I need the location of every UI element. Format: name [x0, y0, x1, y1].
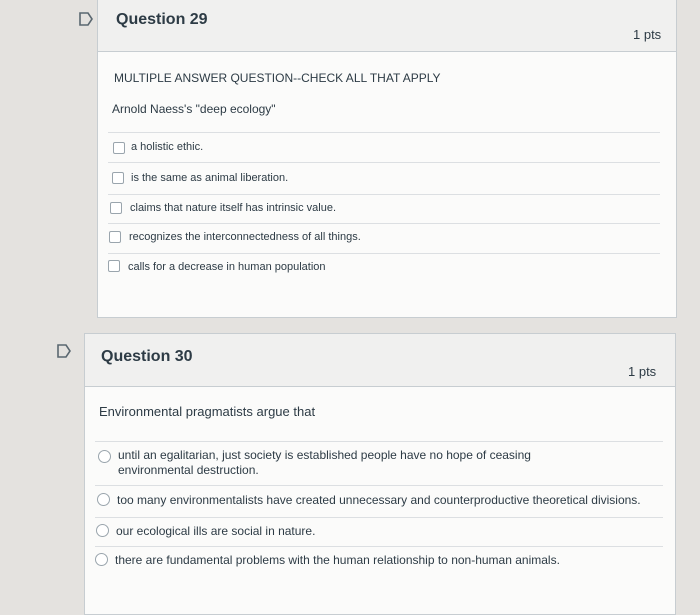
answer-option[interactable]: until an egalitarian, just society is es… — [95, 441, 663, 485]
answer-option[interactable]: calls for a decrease in human population — [108, 253, 660, 285]
answer-option[interactable]: claims that nature itself has intrinsic … — [108, 194, 660, 223]
answer-label: recognizes the interconnectedness of all… — [129, 231, 361, 243]
checkbox[interactable] — [113, 142, 125, 154]
radio-button[interactable] — [97, 493, 110, 506]
checkbox[interactable] — [110, 202, 122, 214]
answer-label: calls for a decrease in human population — [128, 261, 326, 273]
question-instruction: MULTIPLE ANSWER QUESTION--CHECK ALL THAT… — [114, 71, 441, 85]
radio-button[interactable] — [95, 553, 108, 566]
question-29-header: Question 29 1 pts — [98, 0, 676, 52]
checkbox[interactable] — [112, 172, 124, 184]
question-30-header: Question 30 1 pts — [85, 334, 675, 387]
question-prompt: Arnold Naess's "deep ecology" — [112, 102, 276, 116]
checkbox[interactable] — [108, 260, 120, 272]
flag-icon[interactable] — [78, 12, 94, 26]
question-29-card: Question 29 1 pts MULTIPLE ANSWER QUESTI… — [97, 0, 677, 318]
answer-label: until an egalitarian, just society is es… — [118, 448, 531, 477]
answer-label: claims that nature itself has intrinsic … — [130, 202, 337, 214]
answer-label: is the same as animal liberation. — [131, 172, 289, 184]
answer-option[interactable]: is the same as animal liberation. — [108, 162, 660, 194]
question-prompt: Environmental pragmatists argue that — [99, 404, 316, 419]
answer-list: a holistic ethic. is the same as animal … — [108, 132, 660, 285]
answer-option[interactable]: recognizes the interconnectedness of all… — [108, 223, 660, 253]
radio-button[interactable] — [96, 524, 109, 537]
question-points: 1 pts — [628, 364, 657, 379]
answer-option[interactable]: our ecological ills are social in nature… — [95, 517, 663, 546]
answer-label: a holistic ethic. — [131, 141, 204, 153]
checkbox[interactable] — [109, 231, 121, 243]
answer-option[interactable]: there are fundamental problems with the … — [95, 546, 663, 578]
question-30-card: Question 30 1 pts Environmental pragmati… — [84, 333, 676, 615]
question-points: 1 pts — [633, 27, 662, 42]
question-title: Question 29 — [116, 11, 208, 28]
answer-label: there are fundamental problems with the … — [115, 553, 560, 567]
answer-option[interactable]: a holistic ethic. — [108, 132, 660, 162]
question-title: Question 30 — [101, 348, 193, 365]
answer-option[interactable]: too many environmentalists have created … — [95, 485, 663, 517]
answer-label: too many environmentalists have created … — [117, 493, 641, 507]
flag-icon[interactable] — [56, 344, 72, 358]
radio-button[interactable] — [98, 450, 111, 463]
answer-label: our ecological ills are social in nature… — [116, 524, 316, 538]
answer-list: until an egalitarian, just society is es… — [95, 441, 663, 578]
